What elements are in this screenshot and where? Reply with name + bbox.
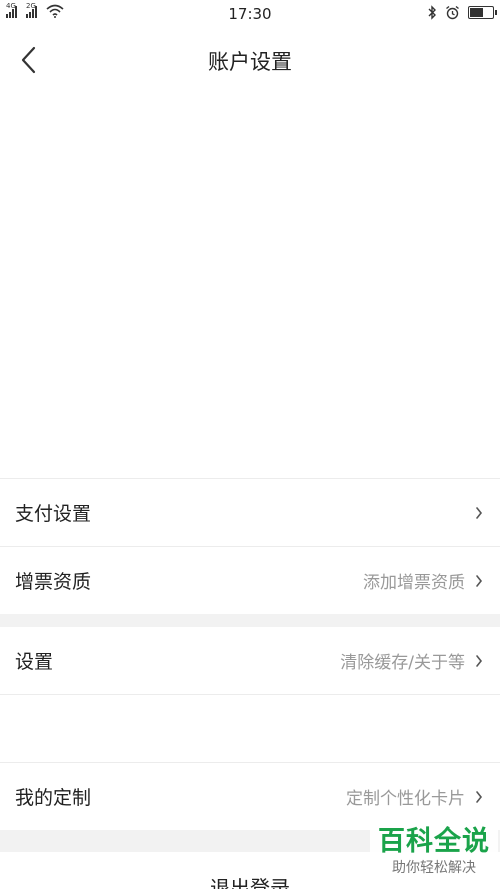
settings-value: 清除缓存/关于等 xyxy=(340,653,465,673)
chevron-right-icon xyxy=(475,790,485,804)
invoice-qualification-row[interactable]: 增票资质 添加增票资质 xyxy=(0,547,500,614)
invoice-qualification-label: 增票资质 xyxy=(15,571,92,593)
status-time: 17:30 xyxy=(228,5,272,23)
chevron-right-icon xyxy=(475,654,485,668)
chevron-right-icon xyxy=(475,506,485,520)
battery-fill xyxy=(470,8,483,17)
status-bar: 4G 2G 17:30 xyxy=(0,0,500,28)
section-gap xyxy=(0,614,500,627)
watermark-logo: 百科全说 助你轻松解决 xyxy=(370,825,498,885)
payment-settings-row[interactable]: 支付设置 xyxy=(0,479,500,546)
my-customization-label: 我的定制 xyxy=(15,787,92,809)
nav-bar: 账户设置 xyxy=(0,28,500,92)
alarm-icon xyxy=(446,5,459,20)
bluetooth-icon xyxy=(428,5,436,20)
empty-row xyxy=(0,695,500,762)
blank-content-area xyxy=(0,92,500,478)
watermark-title: 百科全说 xyxy=(378,826,490,857)
settings-label: 设置 xyxy=(15,651,54,673)
chevron-right-icon xyxy=(475,574,485,588)
watermark-subtitle: 助你轻松解决 xyxy=(392,860,476,876)
battery-icon xyxy=(468,6,497,19)
settings-row[interactable]: 设置 清除缓存/关于等 xyxy=(0,627,500,694)
invoice-qualification-value: 添加增票资质 xyxy=(363,573,465,593)
status-right xyxy=(427,5,497,20)
my-customization-row[interactable]: 我的定制 定制个性化卡片 xyxy=(0,763,500,830)
my-customization-value: 定制个性化卡片 xyxy=(346,789,465,809)
page-title: 账户设置 xyxy=(208,50,292,74)
payment-settings-label: 支付设置 xyxy=(15,503,92,525)
